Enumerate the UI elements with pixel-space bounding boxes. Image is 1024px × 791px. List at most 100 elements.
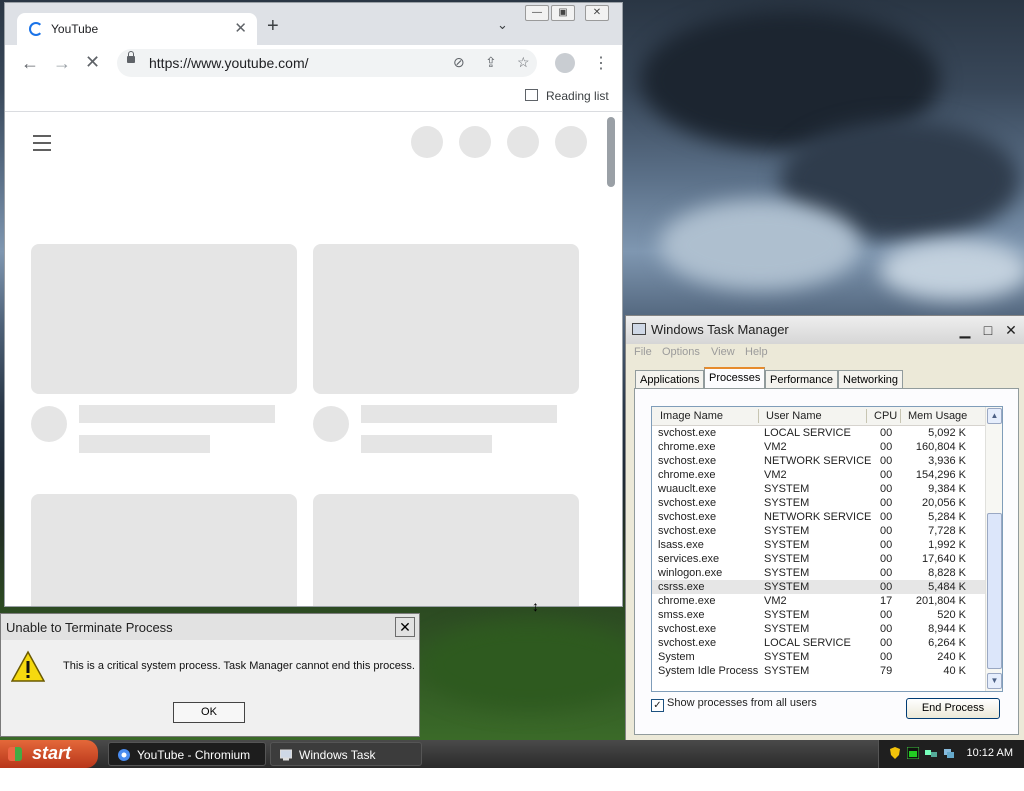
process-user-name: SYSTEM [764, 553, 810, 565]
process-image-name: chrome.exe [658, 595, 716, 607]
process-row[interactable]: wuauclt.exe SYSTEM 00 9,384 K [652, 482, 986, 496]
dialog-titlebar[interactable]: Unable to Terminate Process ✕ [1, 614, 419, 640]
process-row[interactable]: chrome.exe VM2 00 160,804 K [652, 440, 986, 454]
column-user-name[interactable]: User Name [766, 410, 822, 422]
kebab-menu-icon[interactable]: ⋮ [593, 53, 609, 73]
placeholder-circle [507, 126, 539, 158]
process-image-name: lsass.exe [658, 539, 704, 551]
column-divider[interactable] [900, 409, 901, 423]
tab-performance[interactable]: Performance [765, 370, 838, 389]
tab-search-chevron-icon[interactable]: ⌄ [497, 17, 508, 33]
column-image-name[interactable]: Image Name [660, 410, 723, 422]
start-button[interactable]: start [0, 740, 98, 768]
process-row[interactable]: svchost.exe SYSTEM 00 20,056 K [652, 496, 986, 510]
scroll-down-icon[interactable]: ▼ [987, 673, 1002, 689]
close-icon[interactable]: ✕ [585, 5, 609, 21]
process-cpu: 00 [880, 623, 893, 635]
tab-close-icon[interactable]: ✕ [234, 19, 247, 37]
process-row[interactable]: chrome.exe VM2 17 201,804 K [652, 594, 986, 608]
tab-applications[interactable]: Applications [635, 370, 705, 389]
process-row[interactable]: csrss.exe SYSTEM 00 5,484 K [652, 580, 986, 594]
maximize-icon[interactable]: □ [978, 321, 998, 339]
hamburger-menu-icon[interactable] [33, 135, 51, 156]
end-process-button[interactable]: End Process [906, 698, 1000, 719]
scrollbar-thumb[interactable] [987, 513, 1002, 669]
eye-slash-icon[interactable]: ⊘ [453, 54, 465, 71]
process-row[interactable]: svchost.exe NETWORK SERVICE 00 5,284 K [652, 510, 986, 524]
new-tab-icon[interactable]: + [267, 15, 279, 38]
profile-avatar-icon[interactable] [555, 53, 575, 73]
column-divider[interactable] [866, 409, 867, 423]
address-bar[interactable]: https://www.youtube.com/ ⊘ ⇪ ☆ [117, 49, 537, 77]
security-shield-icon[interactable] [889, 747, 901, 759]
taskbar-item-task-manager[interactable]: Windows Task Manager [270, 742, 422, 786]
process-row[interactable]: smss.exe SYSTEM 00 520 K [652, 608, 986, 622]
process-row[interactable]: winlogon.exe SYSTEM 00 8,828 K [652, 566, 986, 580]
process-row[interactable]: svchost.exe SYSTEM 00 7,728 K [652, 524, 986, 538]
process-list[interactable]: Image Name User Name CPU Mem Usage svcho… [651, 406, 1003, 692]
process-mem-usage: 17,640 K [921, 553, 966, 565]
process-mem-usage: 5,284 K [928, 511, 966, 523]
process-image-name: chrome.exe [658, 469, 716, 481]
process-row[interactable]: svchost.exe SYSTEM 00 8,944 K [652, 622, 986, 636]
minimize-icon[interactable]: ▁ [955, 321, 975, 339]
close-icon[interactable]: ✕ [1001, 321, 1021, 339]
page-scrollbar[interactable] [607, 117, 615, 187]
placeholder-thumbnail [31, 244, 297, 394]
process-row[interactable]: System Idle Process SYSTEM 79 40 K [652, 664, 986, 678]
menu-view[interactable]: View [711, 346, 735, 358]
process-user-name: NETWORK SERVICE [764, 455, 872, 467]
process-cpu: 00 [880, 581, 893, 593]
maximize-icon[interactable]: ▣ [551, 5, 575, 21]
process-cpu: 00 [880, 483, 893, 495]
process-mem-usage: 3,936 K [928, 455, 966, 467]
back-arrow-icon[interactable]: ← [21, 53, 39, 74]
show-all-users-checkbox[interactable]: ✓ Show processes from all users [651, 697, 817, 712]
browser-tab-youtube[interactable]: YouTube ✕ [17, 13, 257, 45]
task-manager-tray-icon[interactable] [907, 747, 919, 759]
ok-button[interactable]: OK [173, 702, 245, 723]
process-user-name: SYSTEM [764, 665, 810, 677]
bookmarks-bar: Reading list [5, 83, 622, 112]
reading-list-button[interactable]: Reading list [525, 89, 609, 103]
forward-arrow-icon[interactable]: → [53, 53, 71, 74]
lock-icon[interactable] [127, 51, 135, 63]
column-divider[interactable] [758, 409, 759, 423]
process-user-name: VM2 [764, 595, 787, 607]
share-icon[interactable]: ⇪ [485, 54, 497, 71]
process-row[interactable]: lsass.exe SYSTEM 00 1,992 K [652, 538, 986, 552]
process-row[interactable]: System SYSTEM 00 240 K [652, 650, 986, 664]
minimize-icon[interactable]: — [525, 5, 549, 21]
bookmark-star-icon[interactable]: ☆ [517, 54, 530, 71]
process-user-name: SYSTEM [764, 651, 810, 663]
menu-file[interactable]: File [634, 346, 652, 358]
stop-loading-icon[interactable]: ✕ [85, 52, 100, 73]
task-manager-titlebar[interactable]: Windows Task Manager ▁ □ ✕ [626, 316, 1024, 344]
taskbar-item-label: YouTube - Chromium [137, 748, 251, 762]
process-row[interactable]: svchost.exe LOCAL SERVICE 00 5,092 K [652, 426, 986, 440]
process-row[interactable]: svchost.exe NETWORK SERVICE 00 3,936 K [652, 454, 986, 468]
process-user-name: SYSTEM [764, 623, 810, 635]
tab-networking[interactable]: Networking [838, 370, 904, 389]
process-row[interactable]: svchost.exe LOCAL SERVICE 00 6,264 K [652, 636, 986, 650]
reading-list-icon [525, 89, 538, 101]
process-list-scrollbar[interactable]: ▲ ▼ [985, 407, 1002, 691]
menu-help[interactable]: Help [745, 346, 768, 358]
window-title: Windows Task Manager [651, 322, 789, 337]
close-icon[interactable]: ✕ [395, 617, 415, 637]
scroll-up-icon[interactable]: ▲ [987, 408, 1002, 424]
process-row[interactable]: services.exe SYSTEM 00 17,640 K [652, 552, 986, 566]
browser-toolbar: ← → ✕ https://www.youtube.com/ ⊘ ⇪ ☆ ⋮ [5, 45, 622, 83]
column-mem-usage[interactable]: Mem Usage [908, 410, 967, 422]
checkbox-check-icon[interactable]: ✓ [651, 699, 664, 712]
network-icon[interactable] [925, 747, 937, 759]
process-image-name: winlogon.exe [658, 567, 723, 579]
network-activity-icon[interactable] [943, 747, 955, 759]
placeholder-avatar [313, 406, 349, 442]
process-row[interactable]: chrome.exe VM2 00 154,296 K [652, 468, 986, 482]
process-cpu: 17 [880, 595, 893, 607]
column-cpu[interactable]: CPU [874, 410, 897, 422]
taskbar-item-chromium[interactable]: YouTube - Chromium [108, 742, 266, 766]
menu-options[interactable]: Options [662, 346, 700, 358]
url-text[interactable]: https://www.youtube.com/ [149, 55, 309, 71]
